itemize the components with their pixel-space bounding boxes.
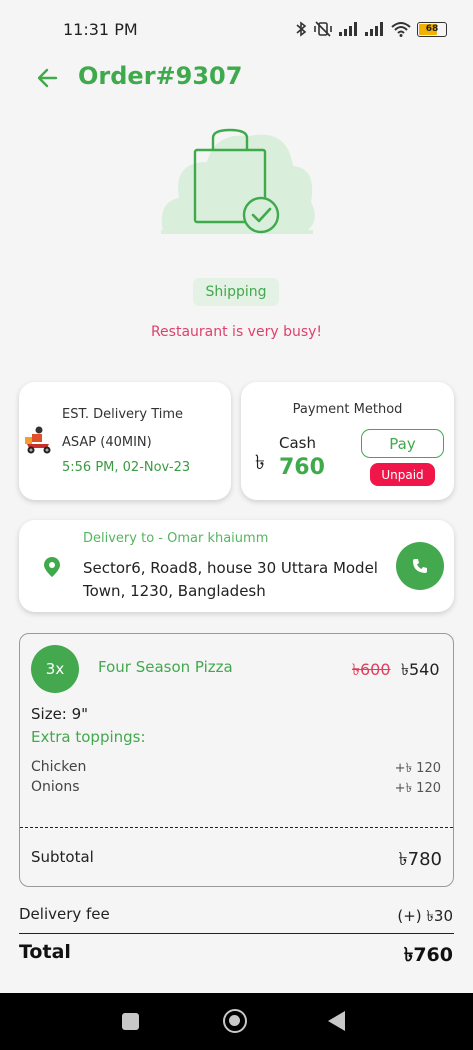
battery-icon: 68 <box>417 21 447 37</box>
shopping-bag-illustration <box>161 128 315 234</box>
delivery-recipient: Delivery to - Omar khaiumm <box>83 531 269 546</box>
back-button[interactable] <box>34 64 62 92</box>
pay-button[interactable]: Pay <box>361 429 444 458</box>
signal-icon <box>339 22 359 36</box>
item-original-price: ৳600 <box>352 660 391 679</box>
delivery-address: Sector6, Road8, house 30 Uttara Model To… <box>83 559 378 600</box>
order-items-box: 3x Four Season Pizza ৳600 ৳540 Size: 9" … <box>19 633 454 887</box>
item-price: ৳540 <box>401 660 440 679</box>
signal-icon-2 <box>365 22 385 36</box>
call-button[interactable] <box>396 542 444 590</box>
topping-name: Onions <box>31 779 80 795</box>
system-nav-bar <box>0 993 473 1050</box>
delivery-datetime: 5:56 PM, 02-Nov-23 <box>62 460 191 475</box>
delivery-estimate: ASAP (40MIN) <box>62 435 152 450</box>
topping-name: Chicken <box>31 759 87 775</box>
arrow-left-icon <box>37 68 58 88</box>
payment-method-title: Payment Method <box>292 402 403 417</box>
subtotal-value: ৳780 <box>398 849 442 870</box>
vibrate-off-icon <box>314 21 332 37</box>
payment-amount: 760 <box>279 455 325 480</box>
dashed-divider <box>20 827 453 828</box>
wifi-icon <box>391 22 411 37</box>
payment-card: Payment Method ৳ Cash 760 Pay Unpaid <box>241 382 454 500</box>
recents-button[interactable] <box>122 1013 139 1030</box>
item-name: Four Season Pizza <box>98 658 233 676</box>
topping-price: +৳ 120 <box>394 761 441 776</box>
total-value: ৳760 <box>403 944 453 966</box>
location-pin-icon <box>44 557 60 577</box>
delivery-fee-label: Delivery fee <box>19 905 110 923</box>
status-bar: 11:31 PM 68 <box>0 0 473 60</box>
delivery-time-label: EST. Delivery Time <box>62 407 184 422</box>
page-title: Order#9307 <box>78 62 243 90</box>
bluetooth-icon <box>296 21 307 37</box>
status-time: 11:31 PM <box>63 20 138 39</box>
item-quantity-badge: 3x <box>31 645 79 693</box>
subtotal-label: Subtotal <box>31 848 94 866</box>
payment-method: Cash <box>279 434 316 452</box>
item-size: Size: 9" <box>31 705 89 723</box>
home-button[interactable] <box>223 1009 247 1033</box>
delivery-address-card: Delivery to - Omar khaiumm Sector6, Road… <box>19 520 454 612</box>
system-back-button[interactable] <box>328 1011 345 1031</box>
delivery-time-card: EST. Delivery Time ASAP (40MIN) 5:56 PM,… <box>19 382 231 500</box>
order-status-badge: Shipping <box>193 278 279 306</box>
delivery-scooter-icon <box>25 426 51 454</box>
total-label: Total <box>19 941 71 963</box>
taka-icon: ৳ <box>255 450 265 474</box>
battery-percent: 68 <box>425 24 439 34</box>
phone-icon <box>413 559 427 573</box>
header: Order#9307 <box>0 56 473 102</box>
extra-toppings-label: Extra toppings: <box>31 728 146 746</box>
payment-status-badge: Unpaid <box>370 463 435 486</box>
topping-price: +৳ 120 <box>394 781 441 796</box>
total-divider <box>19 933 454 934</box>
delivery-fee-value: (+) ৳30 <box>397 907 453 925</box>
restaurant-notice: Restaurant is very busy! <box>150 324 323 340</box>
status-icons: 68 <box>295 21 447 37</box>
